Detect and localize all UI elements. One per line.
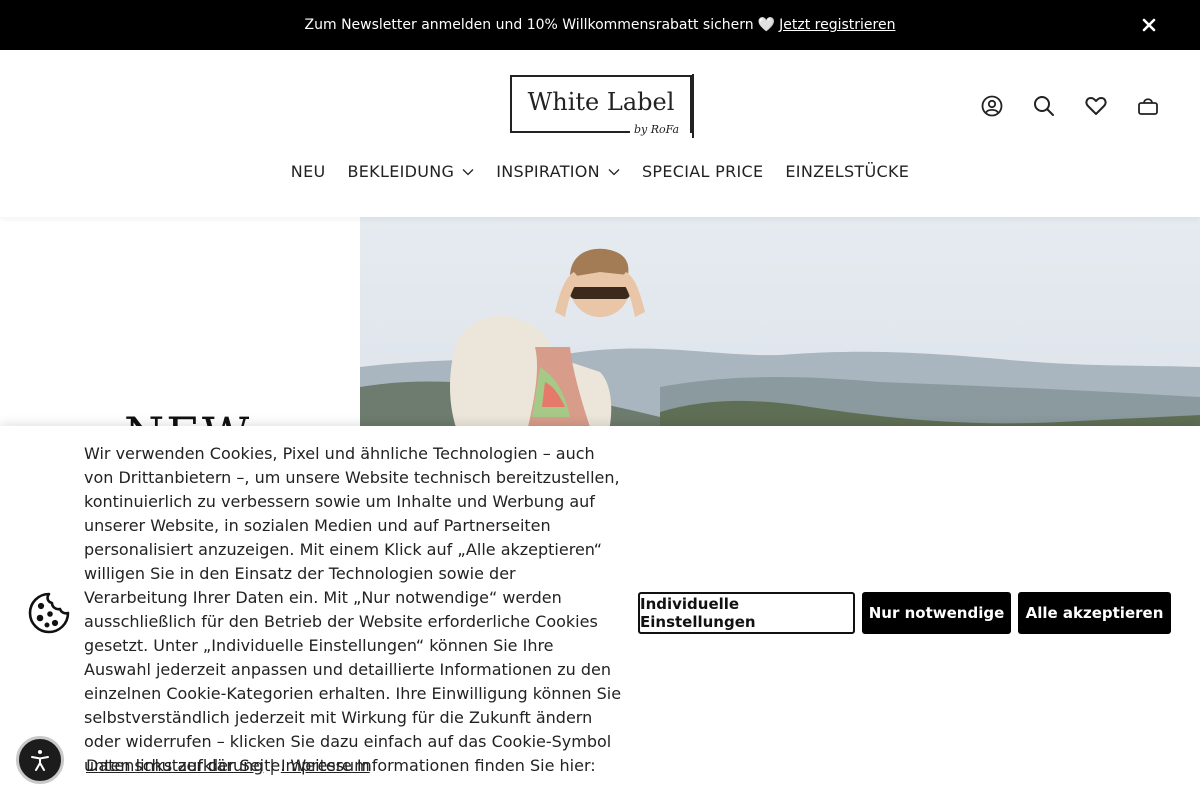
nav-item-special-price[interactable]: SPECIAL PRICE [642, 162, 763, 181]
only-necessary-button[interactable]: Nur notwendige [862, 592, 1011, 634]
cookie-links: Datenschutzerklärung | Impressum [86, 756, 370, 775]
chevron-down-icon [608, 168, 620, 175]
nav-label: SPECIAL PRICE [641, 162, 764, 181]
logo-name: White Label [527, 88, 675, 116]
heart-emoji: 🤍 [757, 17, 776, 33]
nav-item-einzelstuecke[interactable]: EINZELSTÜCKE [785, 162, 909, 181]
search-icon[interactable] [1032, 94, 1056, 118]
nav-label: INSPIRATION [496, 162, 600, 181]
privacy-policy-link[interactable]: Datenschutzerklärung [86, 756, 263, 775]
accept-all-button[interactable]: Alle akzeptieren [1018, 592, 1171, 634]
nav-label: EINZELSTÜCKE [785, 162, 910, 181]
cookie-icon [28, 592, 70, 634]
nav-item-bekleidung[interactable]: BEKLEIDUNG [348, 162, 475, 181]
individual-settings-button[interactable]: Individuelle Einstellungen [638, 592, 855, 634]
cart-bag-icon[interactable] [1136, 94, 1160, 118]
logo-byline: by RoFa [634, 123, 680, 136]
newsletter-register-link[interactable]: Jetzt registrieren [779, 17, 895, 33]
announcement-bar: Zum Newsletter anmelden und 10% Willkomm… [0, 0, 1200, 50]
chevron-down-icon [462, 168, 474, 175]
announcement-text: Zum Newsletter anmelden und 10% Willkomm… [304, 17, 754, 33]
cookie-text: Wir verwenden Cookies, Pixel und ähnlich… [84, 444, 622, 775]
logo[interactable]: White Label by RoFa [508, 74, 694, 140]
main-nav: NEU BEKLEIDUNG INSPIRATION SPECIAL PRICE… [0, 162, 1200, 181]
site-header: White Label by RoFa NEU BEKLEIDUNG INSPI… [0, 50, 1200, 217]
accessibility-icon[interactable] [16, 736, 64, 784]
wishlist-heart-icon[interactable] [1084, 94, 1108, 118]
nav-item-neu[interactable]: NEU [291, 162, 326, 181]
header-icons [980, 94, 1160, 118]
account-icon[interactable] [980, 94, 1004, 118]
nav-item-inspiration[interactable]: INSPIRATION [496, 162, 620, 181]
nav-label: BEKLEIDUNG [347, 162, 455, 181]
cookie-banner: Wir verwenden Cookies, Pixel und ähnlich… [0, 426, 1200, 800]
close-icon[interactable] [1138, 14, 1160, 36]
link-separator: | [269, 756, 275, 775]
imprint-link[interactable]: Impressum [281, 756, 370, 775]
nav-label: NEU [290, 162, 326, 181]
